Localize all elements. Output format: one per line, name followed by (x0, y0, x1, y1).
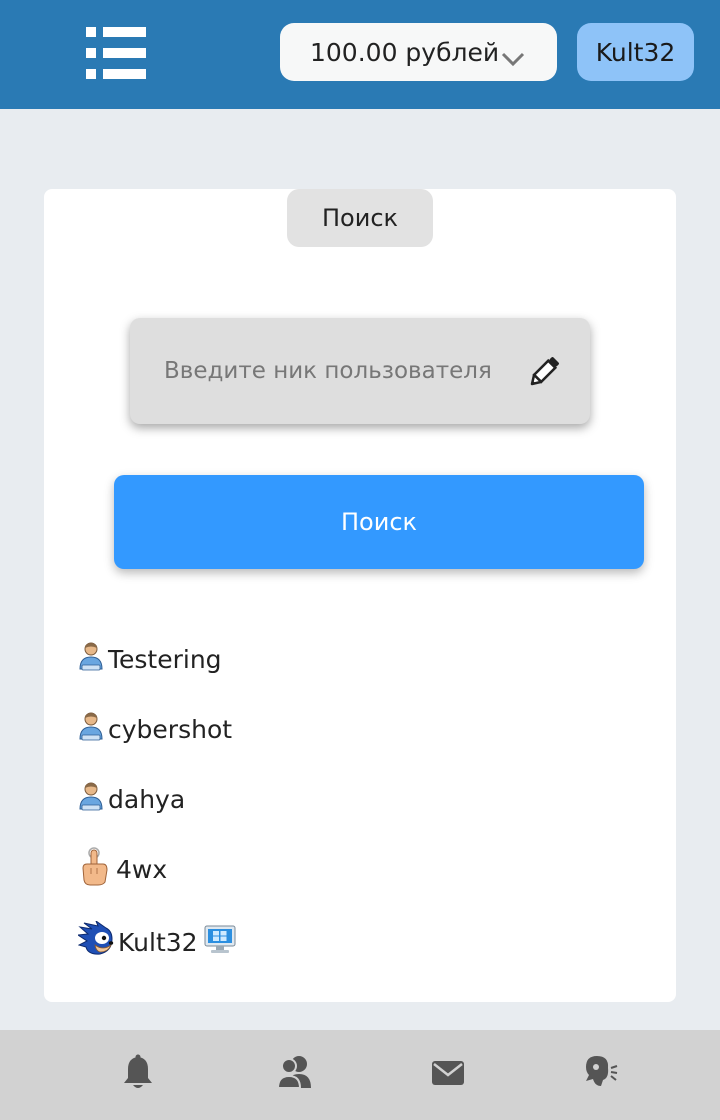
card-title: Поиск (287, 189, 433, 247)
bottom-nav (0, 1030, 720, 1120)
user-list-item[interactable]: Kult32 (76, 919, 240, 963)
user-list-item[interactable]: dahya (78, 779, 185, 819)
pointing-hand-icon (78, 846, 110, 892)
menu-list-icon[interactable] (84, 26, 148, 80)
balance-amount: 100.00 рублей (310, 37, 500, 67)
user-avatar-icon (78, 641, 104, 677)
chevron-down-icon (501, 44, 525, 73)
user-name: 4wx (116, 854, 168, 884)
user-list-item[interactable]: 4wx (78, 846, 168, 892)
nickname-search-field[interactable] (130, 318, 590, 424)
user-name: dahya (108, 784, 186, 814)
bell-icon[interactable] (122, 1054, 154, 1096)
user-name: Testering (108, 644, 222, 674)
search-button[interactable]: Поиск (114, 475, 644, 569)
profile-button[interactable]: Kult32 (577, 23, 694, 81)
top-bar: 100.00 рублей Kult32 (0, 0, 720, 109)
user-avatar-icon (78, 781, 104, 817)
mail-icon[interactable] (431, 1060, 465, 1090)
nickname-search-input[interactable] (164, 358, 514, 384)
balance-dropdown[interactable]: 100.00 рублей (280, 23, 557, 81)
user-avatar-icon (78, 711, 104, 747)
user-name: Kult32 (118, 927, 198, 957)
search-card: Поиск Поиск (44, 189, 676, 1002)
chat-speak-icon[interactable] (583, 1054, 619, 1092)
pencil-icon (525, 353, 563, 395)
user-list-item[interactable]: cybershot (78, 709, 232, 749)
sonic-avatar-icon (76, 919, 116, 963)
user-name: cybershot (108, 714, 233, 744)
friends-icon[interactable] (276, 1054, 313, 1094)
user-list-item[interactable]: Testering (78, 639, 222, 679)
computer-icon (204, 924, 236, 960)
